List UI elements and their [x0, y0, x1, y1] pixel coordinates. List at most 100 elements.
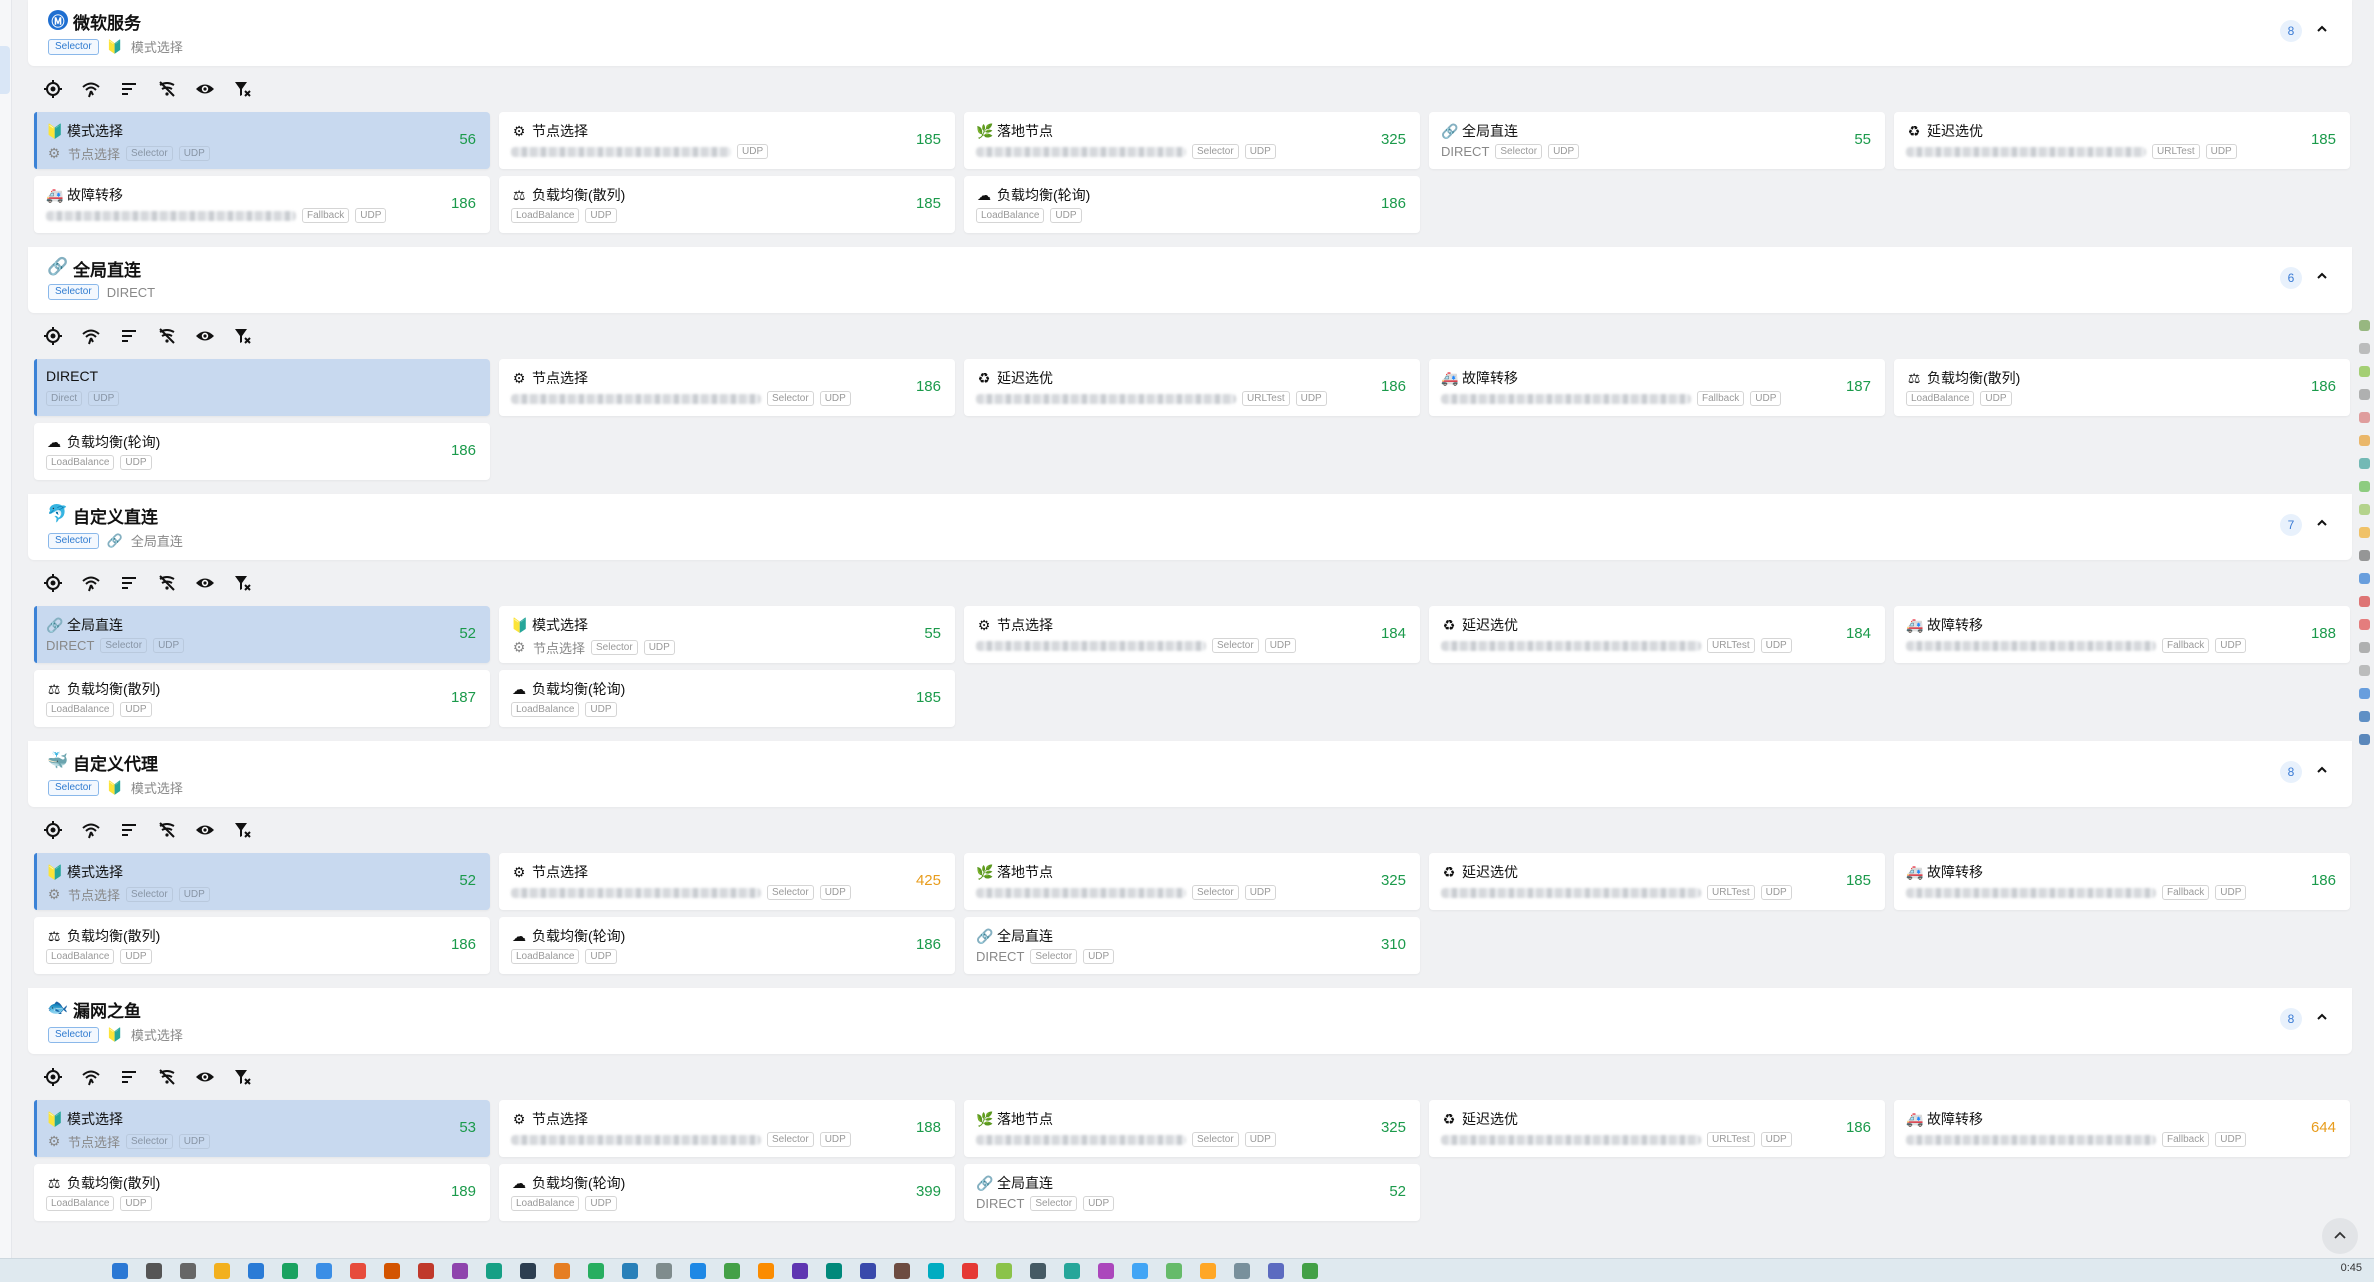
filter-clear-icon[interactable] [232, 1066, 254, 1088]
taskbar-app-icon[interactable] [1030, 1263, 1046, 1279]
taskbar-app-icon[interactable] [1302, 1263, 1318, 1279]
delay-value[interactable]: 184 [1381, 625, 1406, 642]
sort-icon[interactable] [118, 78, 140, 100]
rail-icon[interactable] [2358, 711, 2370, 722]
proxy-card[interactable]: ☁ 负载均衡(轮询) LoadBalance UDP 399 [499, 1164, 955, 1221]
delay-value[interactable]: 184 [1846, 625, 1871, 642]
taskbar-app-icon[interactable] [486, 1263, 502, 1279]
proxy-card[interactable]: 🚑 故障转移 Fallback UDP 187 [1429, 359, 1885, 416]
delay-value[interactable]: 186 [1381, 195, 1406, 212]
proxy-card[interactable]: ⚙ 节点选择 Selector UDP 188 [499, 1100, 955, 1157]
taskbar-app-icon[interactable] [1234, 1263, 1250, 1279]
taskbar-app-icon[interactable] [1268, 1263, 1284, 1279]
proxy-card[interactable]: ☁ 负载均衡(轮询) LoadBalance UDP 186 [34, 423, 490, 480]
taskbar-app-icon[interactable] [1132, 1263, 1148, 1279]
proxy-card[interactable]: 🔗 全局直连 DIRECT Selector UDP 52 [964, 1164, 1420, 1221]
rail-icon[interactable] [2358, 343, 2370, 354]
delay-test-icon[interactable] [80, 325, 102, 347]
proxy-card[interactable]: 🌿 落地节点 Selector UDP 325 [964, 112, 1420, 169]
rail-icon[interactable] [2358, 665, 2370, 676]
rail-icon[interactable] [2358, 435, 2370, 446]
delay-test-icon[interactable] [80, 1066, 102, 1088]
collapse-chevron-icon[interactable] [2316, 763, 2328, 775]
collapse-chevron-icon[interactable] [2316, 1010, 2328, 1022]
taskbar-app-icon[interactable] [418, 1263, 434, 1279]
rail-icon[interactable] [2358, 412, 2370, 423]
taskbar-app-icon[interactable] [860, 1263, 876, 1279]
taskbar-app-icon[interactable] [962, 1263, 978, 1279]
delay-value[interactable]: 186 [916, 378, 941, 395]
rail-icon[interactable] [2358, 619, 2370, 630]
taskbar-app-icon[interactable] [520, 1263, 536, 1279]
proxy-card[interactable]: 🔰 模式选择 ⚙ 节点选择 Selector UDP 55 [499, 606, 955, 663]
group-header[interactable]: 🔗 全局直连 Selector DIRECT 6 [28, 247, 2352, 313]
proxy-card[interactable]: 🚑 故障转移 Fallback UDP 644 [1894, 1100, 2350, 1157]
delay-value[interactable]: 187 [451, 689, 476, 706]
delay-value[interactable]: 55 [1854, 131, 1871, 148]
delay-value[interactable]: 56 [459, 131, 476, 148]
locate-icon[interactable] [42, 572, 64, 594]
delay-value[interactable]: 185 [916, 131, 941, 148]
proxy-card[interactable]: 🚑 故障转移 Fallback UDP 188 [1894, 606, 2350, 663]
taskbar-app-icon[interactable] [248, 1263, 264, 1279]
group-header[interactable]: 🐟 漏网之鱼 Selector 🔰 模式选择 8 [28, 988, 2352, 1054]
eye-icon[interactable] [194, 1066, 216, 1088]
delay-value[interactable]: 186 [451, 195, 476, 212]
taskbar-app-icon[interactable] [1064, 1263, 1080, 1279]
locate-icon[interactable] [42, 1066, 64, 1088]
taskbar-app-icon[interactable] [622, 1263, 638, 1279]
proxy-card[interactable]: ☁ 负载均衡(轮询) LoadBalance UDP 185 [499, 670, 955, 727]
delay-value[interactable]: 187 [1846, 378, 1871, 395]
rail-icon[interactable] [2358, 458, 2370, 469]
proxy-card[interactable]: DIRECT Direct UDP [34, 359, 490, 416]
delay-value[interactable]: 186 [1846, 1119, 1871, 1136]
taskbar-app-icon[interactable] [1166, 1263, 1182, 1279]
proxy-card[interactable]: ♻ 延迟选优 URLTest UDP 185 [1894, 112, 2350, 169]
proxy-card[interactable]: 🔗 全局直连 DIRECT Selector UDP 310 [964, 917, 1420, 974]
scroll-to-top-button[interactable] [2322, 1218, 2358, 1254]
proxy-card[interactable]: 🚑 故障转移 Fallback UDP 186 [34, 176, 490, 233]
delay-value[interactable]: 186 [2311, 378, 2336, 395]
taskbar-app-icon[interactable] [588, 1263, 604, 1279]
taskbar-app-icon[interactable] [724, 1263, 740, 1279]
proxy-card[interactable]: 🔰 模式选择 ⚙ 节点选择 Selector UDP 52 [34, 853, 490, 910]
taskbar-app-icon[interactable] [1200, 1263, 1216, 1279]
delay-value[interactable]: 186 [2311, 872, 2336, 889]
rail-icon[interactable] [2358, 504, 2370, 515]
delay-value[interactable]: 325 [1381, 131, 1406, 148]
rail-icon[interactable] [2358, 389, 2370, 400]
proxy-card[interactable]: ♻ 延迟选优 URLTest UDP 186 [1429, 1100, 1885, 1157]
filter-off-icon[interactable] [156, 819, 178, 841]
delay-value[interactable]: 188 [2311, 625, 2336, 642]
rail-icon[interactable] [2358, 596, 2370, 607]
delay-value[interactable]: 310 [1381, 936, 1406, 953]
sort-icon[interactable] [118, 572, 140, 594]
proxy-card[interactable]: 🚑 故障转移 Fallback UDP 186 [1894, 853, 2350, 910]
taskbar-app-icon[interactable] [996, 1263, 1012, 1279]
filter-off-icon[interactable] [156, 572, 178, 594]
delay-value[interactable]: 644 [2311, 1119, 2336, 1136]
locate-icon[interactable] [42, 78, 64, 100]
delay-value[interactable]: 399 [916, 1183, 941, 1200]
locate-icon[interactable] [42, 325, 64, 347]
delay-value[interactable]: 185 [916, 689, 941, 706]
search-icon[interactable] [146, 1263, 162, 1279]
start-icon[interactable] [112, 1263, 128, 1279]
eye-icon[interactable] [194, 78, 216, 100]
proxy-card[interactable]: ♻ 延迟选优 URLTest UDP 185 [1429, 853, 1885, 910]
filter-clear-icon[interactable] [232, 572, 254, 594]
taskbar-app-icon[interactable] [384, 1263, 400, 1279]
taskbar-app-icon[interactable] [1098, 1263, 1114, 1279]
delay-value[interactable]: 325 [1381, 872, 1406, 889]
proxy-card[interactable]: ⚙ 节点选择 Selector UDP 184 [964, 606, 1420, 663]
taskbar-app-icon[interactable] [316, 1263, 332, 1279]
sort-icon[interactable] [118, 819, 140, 841]
group-header[interactable]: Ⓜ 微软服务 Selector 🔰 模式选择 8 [28, 0, 2352, 66]
proxy-card[interactable]: ⚙ 节点选择 UDP 185 [499, 112, 955, 169]
rail-icon[interactable] [2358, 320, 2370, 331]
delay-value[interactable]: 52 [1389, 1183, 1406, 1200]
rail-icon[interactable] [2358, 550, 2370, 561]
proxy-card[interactable]: ☁ 负载均衡(轮询) LoadBalance UDP 186 [964, 176, 1420, 233]
proxy-card[interactable]: ⚖ 负载均衡(散列) LoadBalance UDP 187 [34, 670, 490, 727]
taskbar-app-icon[interactable] [350, 1263, 366, 1279]
